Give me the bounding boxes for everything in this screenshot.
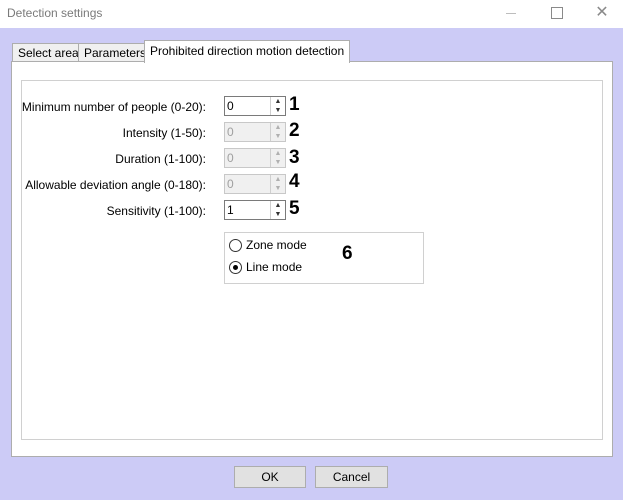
spin-down-icon[interactable]: ▼ <box>271 210 285 219</box>
zone-mode-label: Zone mode <box>246 238 307 252</box>
tab-select-area[interactable]: Select area <box>12 43 85 62</box>
spin-up-icon[interactable]: ▲ <box>271 123 285 132</box>
duration-value: 0 <box>227 151 234 165</box>
intensity-label: Intensity (1-50): <box>122 126 206 140</box>
maximize-icon <box>551 7 563 19</box>
radio-unchecked-icon <box>229 239 242 252</box>
tab-panel: Minimum number of people (0-20): 0 ▲ ▼ 1… <box>11 61 613 457</box>
radio-checked-icon <box>229 261 242 274</box>
zone-mode-radio[interactable]: Zone mode <box>229 237 379 255</box>
min-people-spinner[interactable]: 0 ▲ ▼ <box>224 96 286 116</box>
intensity-value: 0 <box>227 125 234 139</box>
minimize-icon <box>506 13 516 14</box>
marker-4: 4 <box>289 171 300 192</box>
close-button[interactable]: ✕ <box>579 0 623 28</box>
cancel-button[interactable]: Cancel <box>315 466 388 488</box>
close-icon: ✕ <box>595 4 609 21</box>
sensitivity-label: Sensitivity (1-100): <box>106 204 206 218</box>
intensity-spinner[interactable]: 0 ▲ ▼ <box>224 122 286 142</box>
marker-6: 6 <box>342 243 353 264</box>
marker-1: 1 <box>289 94 300 115</box>
duration-label: Duration (1-100): <box>115 152 206 166</box>
mode-group: Zone mode Line mode 6 <box>224 232 424 284</box>
spin-up-icon[interactable]: ▲ <box>271 175 285 184</box>
spin-down-icon[interactable]: ▼ <box>271 158 285 167</box>
min-people-label: Minimum number of people (0-20): <box>21 100 206 114</box>
sensitivity-spinner[interactable]: 1 ▲ ▼ <box>224 200 286 220</box>
deviation-angle-spinner[interactable]: 0 ▲ ▼ <box>224 174 286 194</box>
title-bar: Detection settings ✕ <box>0 0 623 28</box>
spin-up-icon[interactable]: ▲ <box>271 201 285 210</box>
spin-down-icon[interactable]: ▼ <box>271 184 285 193</box>
window-title: Detection settings <box>7 6 103 20</box>
deviation-angle-label: Allowable deviation angle (0-180): <box>25 178 206 192</box>
duration-spinner[interactable]: 0 ▲ ▼ <box>224 148 286 168</box>
spin-up-icon[interactable]: ▲ <box>271 149 285 158</box>
tab-parameters[interactable]: Parameters <box>78 43 153 62</box>
settings-frame: Minimum number of people (0-20): 0 ▲ ▼ 1… <box>21 80 603 440</box>
line-mode-label: Line mode <box>246 260 303 274</box>
marker-5: 5 <box>289 198 300 219</box>
ok-button[interactable]: OK <box>234 466 306 488</box>
spin-down-icon[interactable]: ▼ <box>271 106 285 115</box>
spin-down-icon[interactable]: ▼ <box>271 132 285 141</box>
marker-2: 2 <box>289 120 300 141</box>
line-mode-radio[interactable]: Line mode <box>229 259 379 277</box>
tab-prohibited-direction[interactable]: Prohibited direction motion detection <box>144 40 351 63</box>
min-people-value: 0 <box>227 99 234 113</box>
marker-3: 3 <box>289 147 300 168</box>
sensitivity-value: 1 <box>227 203 234 217</box>
maximize-button[interactable] <box>534 0 580 28</box>
spin-up-icon[interactable]: ▲ <box>271 97 285 106</box>
minimize-button[interactable] <box>488 0 534 28</box>
deviation-angle-value: 0 <box>227 177 234 191</box>
